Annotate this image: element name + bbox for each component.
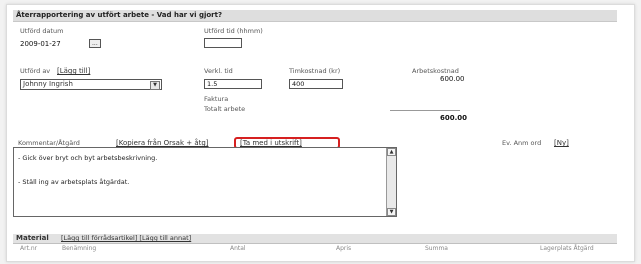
col-apris: Apris: [336, 245, 352, 252]
section-title: Återrapportering av utfört arbete - Vad …: [16, 11, 223, 19]
add-article-link[interactable]: [Lägg till förrådsartikel] [Lägg till an…: [61, 234, 191, 242]
verkl-tid-input[interactable]: 1.5: [204, 79, 262, 89]
utford-av-value: Johnny Ingrish: [23, 80, 73, 88]
totalt-label: Totalt arbete: [204, 105, 246, 113]
utford-av-label: Utförd av: [20, 67, 51, 75]
faktura-label: Faktura: [204, 95, 229, 103]
scroll-down-icon[interactable]: ▼: [387, 208, 396, 216]
scrollbar[interactable]: ▲ ▼: [386, 148, 396, 216]
new-anm-link[interactable]: [Ny]: [554, 139, 569, 147]
col-artnr: Art.nr: [20, 245, 38, 252]
arbetskostnad-label: Arbetskostnad: [412, 67, 459, 75]
kommentar-label: Kommentar/Åtgärd: [18, 139, 80, 147]
copy-from-orsak-link[interactable]: [Kopiera från Orsak + åtg]: [116, 139, 209, 147]
utford-datum-value: 2009-01-27: [20, 40, 61, 48]
timkostnad-input[interactable]: 400: [289, 79, 343, 89]
utford-tid-label: Utförd tid (hhmm): [204, 27, 263, 35]
add-person-link[interactable]: [Lägg till]: [57, 67, 90, 75]
utford-tid-input[interactable]: [204, 38, 242, 48]
col-antal: Antal: [230, 245, 246, 252]
material-header: Material [Lägg till förrådsartikel] [Läg…: [13, 234, 617, 244]
anm-ord-label: Ev. Anm ord: [502, 139, 542, 147]
verkl-tid-label: Verkl. tid: [204, 67, 233, 75]
scroll-up-icon[interactable]: ▲: [387, 148, 396, 156]
timkostnad-label: Timkostnad (kr): [289, 67, 341, 75]
section-header: Återrapportering av utfört arbete - Vad …: [13, 10, 617, 22]
date-picker-button[interactable]: ...: [89, 39, 101, 48]
arbetskostnad-value: 600.00: [440, 75, 465, 83]
col-summa: Summa: [425, 245, 448, 252]
utford-av-select[interactable]: Johnny Ingrish ▼: [20, 79, 162, 90]
kommentar-textarea[interactable]: - Gick över bryt och byt arbetsbeskrivni…: [13, 147, 397, 217]
col-lagerplats: Lagerplats Åtgärd: [540, 245, 594, 252]
comment-line: - Ställ ing av arbetsplats åtgärdat.: [18, 178, 130, 186]
totalt-value: 600.00: [440, 114, 468, 122]
sum-divider: [390, 110, 460, 111]
material-title: Material: [16, 234, 49, 242]
col-benamning: Benämning: [62, 245, 97, 252]
chevron-down-icon: ▼: [150, 81, 160, 90]
comment-line: - Gick över bryt och byt arbetsbeskrivni…: [18, 154, 158, 162]
utford-datum-label: Utförd datum: [20, 27, 64, 35]
